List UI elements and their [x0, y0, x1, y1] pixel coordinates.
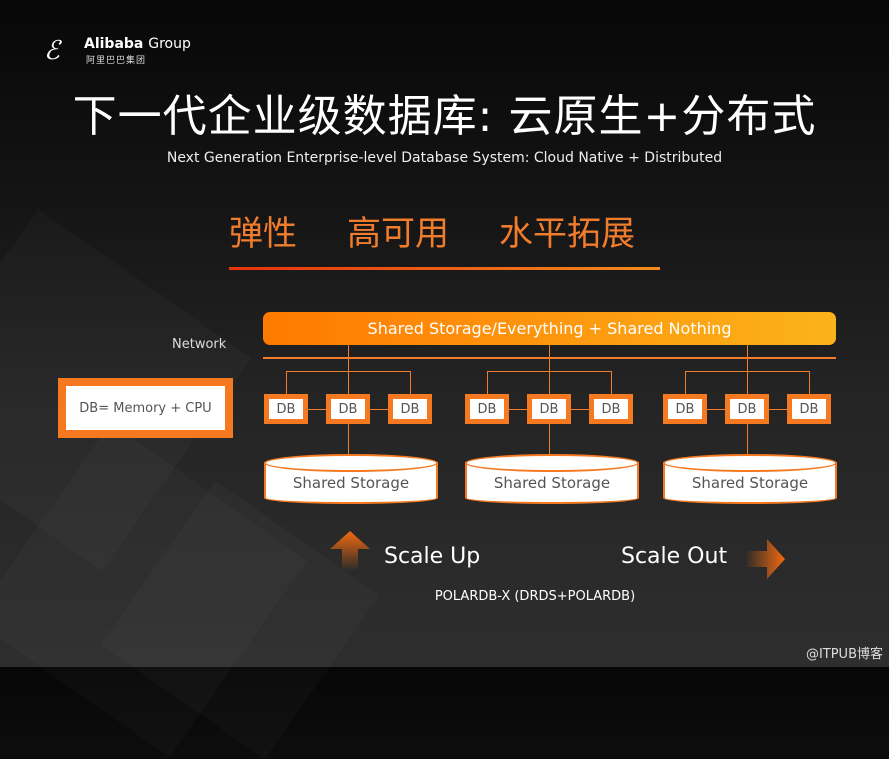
db-node-label: DB [392, 398, 428, 420]
db-node-label: DB [667, 398, 703, 420]
db-node: DB [388, 394, 432, 424]
shared-storage-cylinder: Shared Storage [465, 454, 639, 506]
scale-out-label: Scale Out [621, 544, 728, 569]
logo-name: Alibaba [84, 36, 144, 52]
node-link [571, 409, 589, 410]
feature-elasticity: 弹性 [229, 214, 297, 254]
db-node-label: DB [531, 398, 567, 420]
db-node-label: DB [791, 398, 827, 420]
db-node-label: DB [469, 398, 505, 420]
network-label: Network [172, 337, 227, 352]
logo-group: Group [148, 36, 191, 52]
feature-horizontal-scaling: 水平拓展 [499, 214, 635, 254]
node-link [308, 409, 326, 410]
node-link [707, 409, 725, 410]
storage-connector [549, 424, 550, 456]
banner-connector [348, 345, 349, 394]
shared-storage-cylinder: Shared Storage [264, 454, 438, 506]
watermark: @ITPUB博客 [805, 647, 883, 662]
feature-underline [229, 267, 660, 270]
page-title: 下一代企业级数据库: 云原生+分布式 [72, 91, 817, 142]
db-node-label: DB [330, 398, 366, 420]
shared-storage-label: Shared Storage [493, 474, 611, 492]
node-connector [286, 371, 287, 394]
page-subtitle: Next Generation Enterprise-level Databas… [166, 150, 723, 166]
db-node: DB [264, 394, 308, 424]
node-connector [487, 371, 488, 394]
legend-db-box: DB= Memory + CPU [58, 378, 233, 438]
banner-connector [549, 345, 550, 394]
node-bus [685, 371, 809, 372]
db-node: DB [663, 394, 707, 424]
node-connector [685, 371, 686, 394]
cylinder-top [264, 454, 438, 472]
db-node-label: DB [593, 398, 629, 420]
node-link [769, 409, 787, 410]
scale-up-label: Scale Up [384, 544, 481, 569]
shared-storage-label: Shared Storage [292, 474, 410, 492]
db-node: DB [589, 394, 633, 424]
cylinder-top [663, 454, 837, 472]
banner-connector [747, 345, 748, 394]
node-link [509, 409, 527, 410]
alibaba-logo-icon: ℰ [44, 36, 60, 66]
product-name: POLARDB-X (DRDS+POLARDB) [434, 589, 636, 604]
db-node-label: DB [729, 398, 765, 420]
storage-connector [747, 424, 748, 456]
logo-cn: 阿里巴巴集团 [86, 56, 147, 66]
db-node: DB [725, 394, 769, 424]
shared-storage-label: Shared Storage [691, 474, 809, 492]
feature-list: 弹性 高可用 水平拓展 [229, 206, 635, 255]
scale-up-arrow-icon [330, 531, 370, 571]
cylinder-top [465, 454, 639, 472]
feature-high-availability: 高可用 [347, 214, 449, 254]
node-link [370, 409, 388, 410]
node-connector [809, 371, 810, 394]
db-node: DB [326, 394, 370, 424]
scale-out-arrow-icon [745, 539, 785, 579]
db-node-label: DB [268, 398, 304, 420]
alibaba-logo: ℰ Alibaba Group 阿里巴巴集团 [44, 34, 194, 66]
node-connector [410, 371, 411, 394]
node-connector [611, 371, 612, 394]
db-node: DB [465, 394, 509, 424]
legend-db-text: DB= Memory + CPU [65, 385, 226, 431]
db-node: DB [787, 394, 831, 424]
shared-storage-banner: Shared Storage/Everything + Shared Nothi… [263, 312, 836, 345]
storage-connector [348, 424, 349, 456]
db-node: DB [527, 394, 571, 424]
node-bus [286, 371, 410, 372]
node-bus [487, 371, 611, 372]
shared-storage-cylinder: Shared Storage [663, 454, 837, 506]
